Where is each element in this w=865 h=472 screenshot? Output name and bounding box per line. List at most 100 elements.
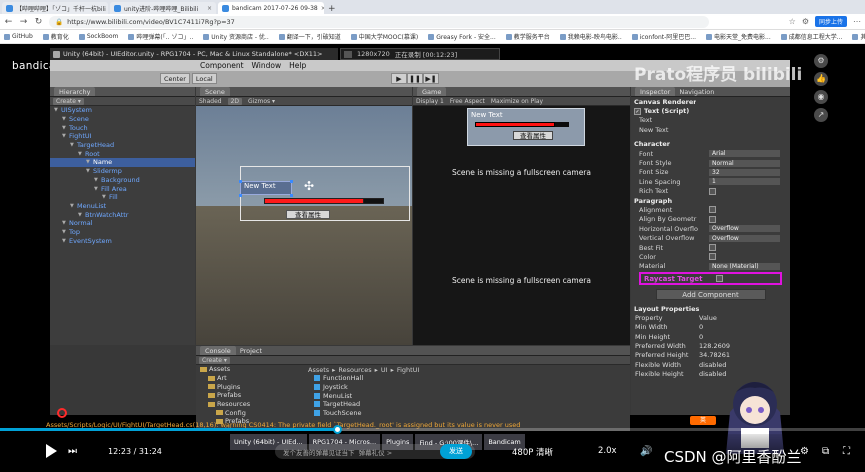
folder-item[interactable]: Assets	[196, 365, 301, 374]
quality-selector[interactable]: 480P 清晰	[512, 446, 553, 458]
field-checkbox[interactable]	[709, 253, 716, 261]
component-enabled-checkbox[interactable]: ✓	[634, 107, 641, 115]
maximize-on-play-toggle[interactable]: Maximize on Play	[491, 98, 543, 105]
field-value[interactable]: None (Material)	[709, 262, 780, 270]
play-mode-button[interactable]: ▶	[391, 73, 407, 84]
field-value[interactable]: Overflow	[709, 234, 780, 242]
bookmark-item[interactable]: 我赖电影-映鸟电影..	[559, 32, 622, 41]
expand-arrow-icon[interactable]: ▼	[78, 151, 85, 157]
bookmark-item[interactable]: 哔哩弹幕(「.. ゾコ」..	[128, 32, 193, 41]
hierarchy-item[interactable]: ▼ TargetHead	[50, 141, 195, 150]
field-checkbox[interactable]	[709, 215, 716, 223]
mode-2d-toggle[interactable]: 2D	[227, 97, 243, 105]
field-value[interactable]: 32	[709, 168, 780, 176]
bookmark-item[interactable]: iconfont-阿里巴巴...	[631, 32, 696, 41]
folder-item[interactable]: Config	[196, 408, 301, 417]
pip-icon[interactable]: ⧉	[822, 446, 829, 457]
hierarchy-item[interactable]: ▼ Normal	[50, 219, 195, 228]
field-value[interactable]: 1	[709, 178, 780, 186]
extensions-icon[interactable]: ⚙	[802, 17, 809, 26]
expand-arrow-icon[interactable]: ▼	[86, 168, 93, 174]
asset-item[interactable]: FunctionHall	[304, 374, 630, 383]
expand-arrow-icon[interactable]: ▼	[70, 203, 77, 209]
folder-item[interactable]: Plugins	[196, 382, 301, 391]
breadcrumb-item[interactable]: UI	[381, 366, 388, 374]
folder-item[interactable]: Prefabs	[196, 391, 301, 400]
expand-arrow-icon[interactable]: ▼	[62, 229, 69, 235]
inspector-field[interactable]: Rich Text	[631, 187, 790, 196]
game-view-attributes-button[interactable]: 查看属性	[513, 131, 553, 140]
text-script-component[interactable]: ✓ Text (Script)	[631, 106, 790, 115]
tab-navigation[interactable]: Navigation	[679, 88, 714, 96]
field-value[interactable]: Arial	[709, 150, 780, 158]
hierarchy-item[interactable]: ▼ Background	[50, 176, 195, 185]
share-icon[interactable]: ↗	[814, 108, 828, 122]
step-mode-button[interactable]: ▶❚	[423, 73, 439, 84]
field-checkbox[interactable]	[709, 206, 716, 214]
character-section[interactable]: Character	[631, 140, 790, 149]
expand-arrow-icon[interactable]: ▼	[62, 133, 69, 139]
pivot-center-button[interactable]: Center	[160, 73, 190, 84]
folder-item[interactable]: Resources	[196, 400, 301, 409]
hierarchy-item[interactable]: ▼ EventSystem	[50, 236, 195, 245]
reload-icon[interactable]: ↻	[34, 17, 43, 27]
breadcrumb-item[interactable]: Resources	[338, 366, 371, 374]
bookmark-item[interactable]: 中国大学MOOC(慕课)	[350, 32, 418, 41]
selection-handle[interactable]	[290, 180, 293, 183]
paragraph-section[interactable]: Paragraph	[631, 196, 790, 205]
hierarchy-item[interactable]: ▼ BtnWatchAttr	[50, 210, 195, 219]
star-icon[interactable]: ☆	[789, 17, 796, 26]
volume-icon[interactable]: 🔊	[640, 446, 652, 457]
settings-icon[interactable]: ⚙	[814, 54, 828, 68]
bookmark-item[interactable]: 教育化	[42, 32, 69, 41]
field-checkbox[interactable]	[709, 187, 716, 195]
tab-scene[interactable]: Scene	[200, 87, 230, 96]
selected-text-element[interactable]: New Text	[240, 181, 292, 195]
bookmark-item[interactable]: 电影天堂_免费电影...	[706, 32, 771, 41]
inspector-field[interactable]: Align By Geometr	[631, 215, 790, 224]
danmaku-etiquette-link[interactable]: 弹幕礼仪 >	[359, 447, 393, 457]
hierarchy-item[interactable]: ▼ Fill	[50, 193, 195, 202]
bookmark-item[interactable]: GitHub	[4, 33, 33, 40]
next-icon[interactable]: ⏭	[68, 446, 77, 457]
asset-item[interactable]: Joystick	[304, 383, 630, 392]
menu-help[interactable]: Help	[289, 61, 306, 70]
asset-item[interactable]: TouchScene	[304, 409, 630, 418]
bookmark-item[interactable]: 教学服务平台	[505, 32, 550, 41]
hierarchy-item[interactable]: ▼ MenuList	[50, 202, 195, 211]
menu-window[interactable]: Window	[252, 61, 282, 70]
scene-viewport[interactable]: New Text ✣ 查看属性	[196, 106, 412, 345]
browser-tab[interactable]: unity进阶-哔哩哔哩_Bilibili ×	[110, 2, 216, 14]
danmaku-send-button[interactable]: 发送	[440, 444, 472, 459]
asset-item[interactable]: MenuList	[304, 391, 630, 400]
bookmark-item[interactable]: Greasy Fork - 安全...	[428, 32, 496, 41]
inspector-field[interactable]: Font Size 32	[631, 168, 790, 177]
hierarchy-item[interactable]: ▼ Slidermp	[50, 167, 195, 176]
text-value-field[interactable]: New Text	[631, 125, 790, 134]
asset-item[interactable]: TargetHead	[304, 400, 630, 409]
project-create-button[interactable]: Create ▾	[199, 356, 230, 364]
tab-game[interactable]: Game	[417, 87, 447, 96]
url-field[interactable]: 🔒 https://www.bilibili.com/video/BV1C741…	[49, 15, 709, 28]
expand-arrow-icon[interactable]: ▼	[102, 194, 109, 200]
hierarchy-item[interactable]: ▼ Name	[50, 158, 195, 167]
gizmos-dropdown[interactable]: Gizmos ▾	[248, 98, 275, 105]
browser-tab[interactable]: 【哔哩哔哩】「ゾコ」千杆一杭bili×	[2, 2, 108, 14]
pivot-local-button[interactable]: Local	[191, 73, 217, 84]
hierarchy-item[interactable]: ▼ Fill Area	[50, 184, 195, 193]
pause-mode-button[interactable]: ❚❚	[407, 73, 423, 84]
inspector-field[interactable]: Alignment	[631, 205, 790, 214]
raycast-target-field[interactable]: Raycast Target	[639, 272, 782, 286]
expand-arrow-icon[interactable]: ▼	[94, 186, 101, 192]
expand-arrow-icon[interactable]: ▼	[54, 107, 61, 113]
fullscreen-icon[interactable]: ⛶	[843, 446, 850, 457]
selection-handle[interactable]	[239, 180, 242, 183]
hierarchy-item[interactable]: ▼ UISystem	[50, 106, 195, 115]
browser-tab-active[interactable]: bandicam 2017-07-26 09-38 ×	[218, 2, 324, 14]
move-gizmo-icon[interactable]: ✣	[304, 179, 314, 193]
breadcrumb-item[interactable]: Assets	[308, 366, 329, 374]
bookmark-item[interactable]: 其他收藏夹	[852, 32, 865, 41]
field-value[interactable]: Overflow	[709, 225, 780, 233]
inspector-field[interactable]: Font Style Normal	[631, 158, 790, 167]
aspect-dropdown[interactable]: Free Aspect	[450, 98, 485, 105]
